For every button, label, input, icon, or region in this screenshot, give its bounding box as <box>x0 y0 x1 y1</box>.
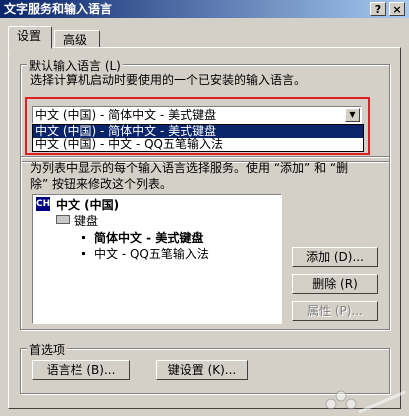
default-language-combo[interactable]: 中文 (中国) - 简体中文 - 美式键盘 ▼ <box>32 106 362 124</box>
chevron-down-icon[interactable]: ▼ <box>345 108 360 122</box>
default-language-dropdown: 中文 (中国) - 简体中文 - 美式键盘 中文 (中国) - 中文 - QQ五… <box>32 124 364 152</box>
key-settings-button[interactable]: 键设置 (K)... <box>156 360 248 380</box>
bullet-icon <box>82 236 85 239</box>
window-title: 文字服务和输入语言 <box>4 2 113 16</box>
installed-description-line2: 除” 按钮来修改这个列表。 <box>30 177 173 191</box>
tree-item[interactable]: 中文 - QQ五笔输入法 <box>94 245 209 262</box>
add-button[interactable]: 添加 (D)... <box>292 247 378 267</box>
tab-settings[interactable]: 设置 <box>8 26 52 49</box>
tab-advanced[interactable]: 高级 <box>54 30 100 48</box>
installed-description-line1: 为列表中显示的每个输入语言选择服务。使用 “添加” 和 “删 <box>30 161 349 175</box>
preferences-group-label: 首选项 <box>27 341 68 358</box>
close-button[interactable]: × <box>389 2 405 16</box>
properties-button[interactable]: 属性 (P)... <box>292 301 378 321</box>
tree-category[interactable]: 键盘 <box>74 212 98 229</box>
language-bar-button[interactable]: 语言栏 (B)... <box>32 360 130 380</box>
dropdown-option[interactable]: 中文 (中国) - 中文 - QQ五笔输入法 <box>33 138 363 151</box>
tree-item[interactable]: 简体中文 - 美式键盘 <box>94 229 203 246</box>
title-bar[interactable]: 文字服务和输入语言 ? × <box>0 0 409 18</box>
keyboard-icon <box>56 215 70 224</box>
tree-language[interactable]: 中文 (中国) <box>56 196 119 213</box>
combo-selected-value: 中文 (中国) - 简体中文 - 美式键盘 <box>35 108 217 122</box>
language-ch-icon: CH <box>36 197 51 211</box>
bullet-icon <box>82 252 85 255</box>
default-language-description: 选择计算机启动时要使用的一个已安装的输入语言。 <box>30 73 307 87</box>
help-button[interactable]: ? <box>370 2 386 16</box>
remove-button[interactable]: 删除 (R) <box>292 274 378 294</box>
watermark-logo <box>325 390 406 414</box>
dialog-window: 文字服务和输入语言 ? × 设置 高级 默认输入语言 (L) 选择计算机启动时要… <box>0 0 409 416</box>
